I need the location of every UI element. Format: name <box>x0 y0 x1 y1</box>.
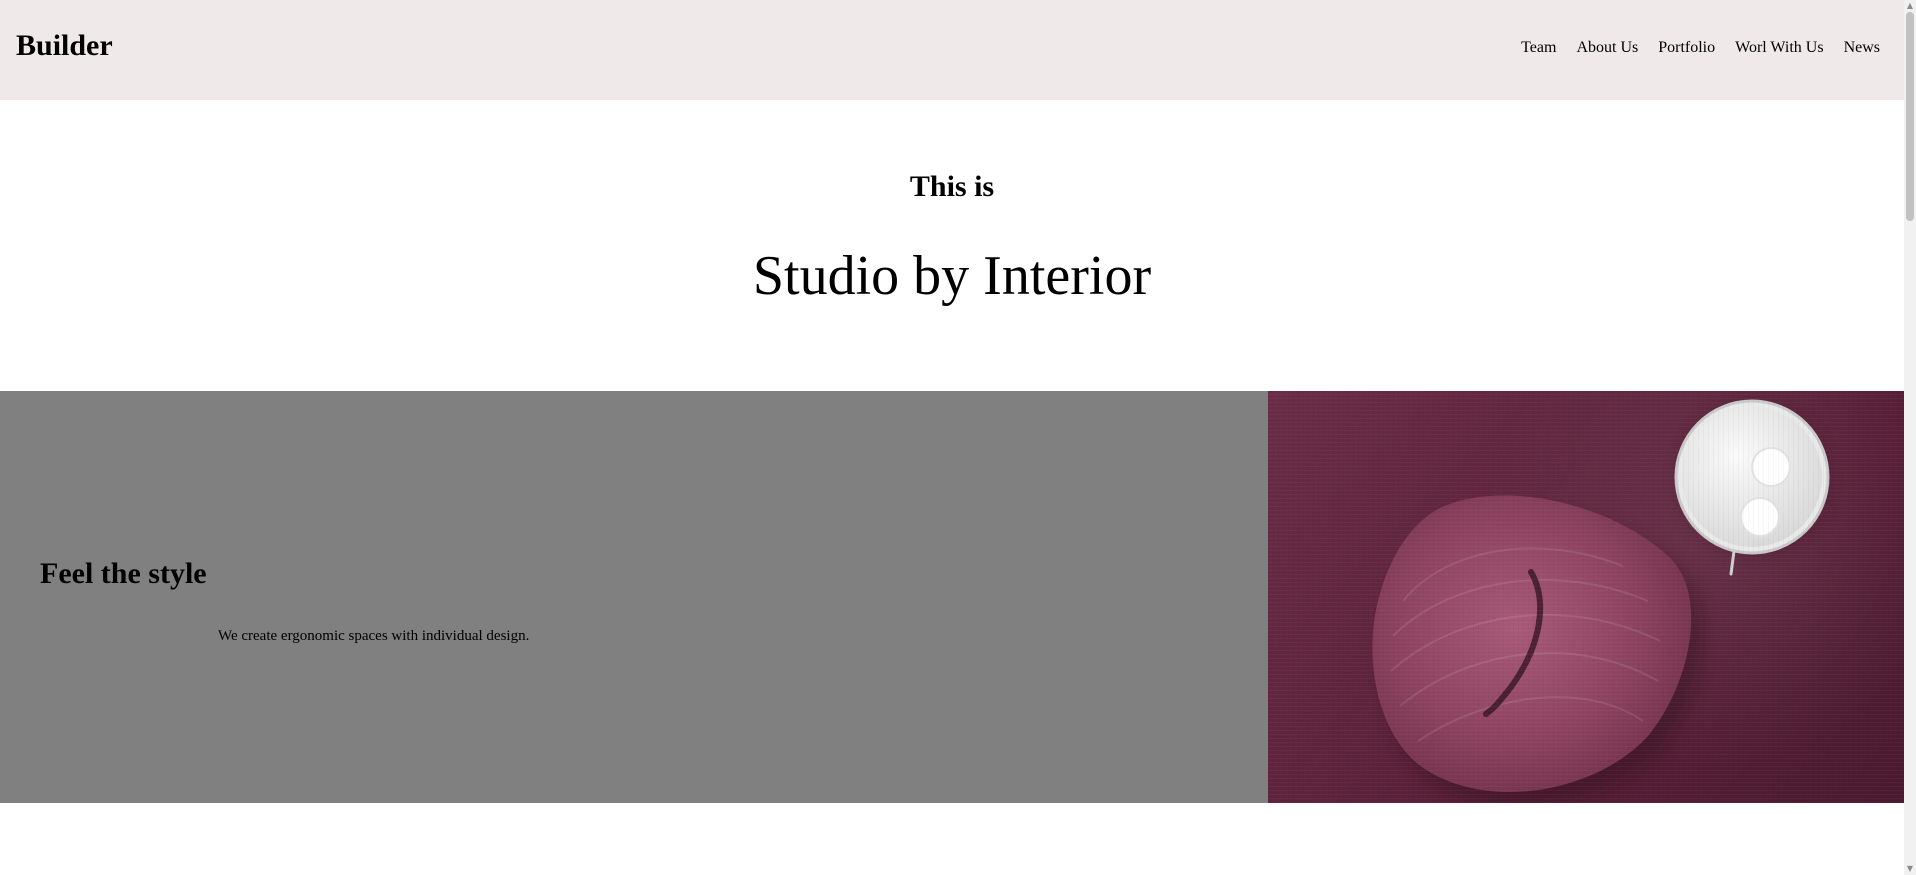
hero-kicker: This is <box>909 170 995 203</box>
main-nav: Team About Us Portfolio Worl With Us New… <box>1521 40 1880 56</box>
side-table <box>1674 399 1830 555</box>
chair-image-icon <box>1372 399 1830 803</box>
nav-item-team[interactable]: Team <box>1521 40 1556 56</box>
chevron-down-icon[interactable]: ▼ <box>1904 863 1916 875</box>
chevron-up-icon[interactable]: ▲ <box>1904 0 1916 12</box>
nav-item-about-us[interactable]: About Us <box>1576 40 1638 56</box>
feature-description: We create ergonomic spaces with individu… <box>218 628 530 644</box>
site-header: Builder Team About Us Portfolio Worl Wit… <box>0 0 1904 100</box>
hero-title: Studio by Interior <box>752 244 1152 307</box>
hero-section: This is Studio by Interior <box>0 100 1904 391</box>
feature-text-panel: Feel the style We create ergonomic space… <box>0 391 1268 803</box>
nav-item-news[interactable]: News <box>1844 40 1880 56</box>
feature-section: Feel the style We create ergonomic space… <box>0 391 1904 803</box>
chair-image <box>1268 391 1904 803</box>
scroll-thumb[interactable] <box>1906 12 1914 221</box>
chair-shape <box>1372 495 1692 793</box>
vertical-scrollbar[interactable]: ▲ ▼ <box>1904 0 1916 875</box>
nav-item-portfolio[interactable]: Portfolio <box>1658 40 1715 56</box>
nav-item-work-with-us[interactable]: Worl With Us <box>1735 40 1823 56</box>
site-logo[interactable]: Builder <box>16 31 113 61</box>
feature-title: Feel the style <box>40 557 207 590</box>
